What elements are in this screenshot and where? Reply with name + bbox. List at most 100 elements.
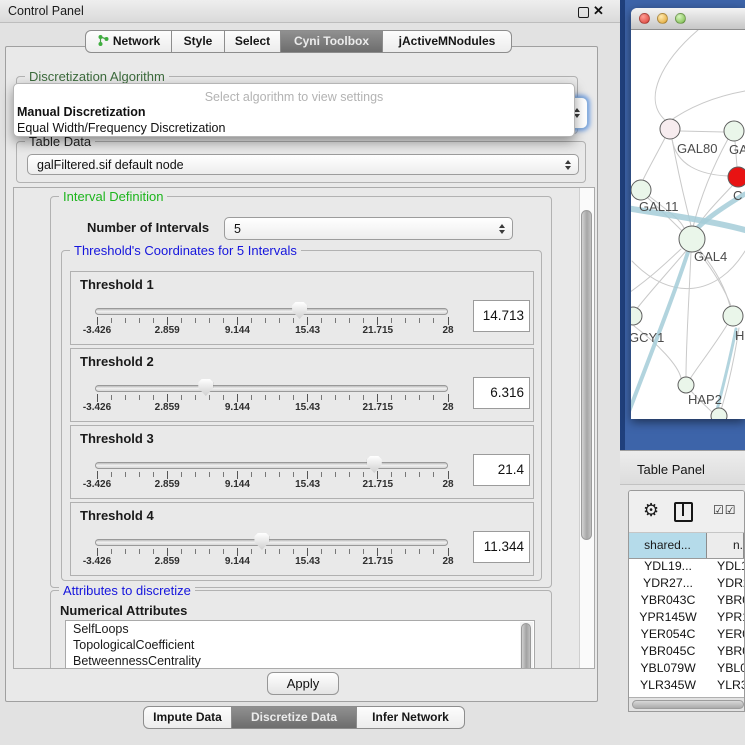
numerical-attributes-list[interactable]: SelfLoopsTopologicalCoefficientBetweenne… — [65, 620, 535, 669]
table-row[interactable]: YDR27...YDR27... — [629, 576, 744, 593]
network-view-window: GAL80GACGAL11GAL4GCY1HHAP2 — [631, 8, 745, 419]
tab-infer-network[interactable]: Infer Network — [357, 706, 465, 729]
table-row[interactable]: YPR145WYPR145W — [629, 610, 744, 627]
attribute-item-topologicalcoefficient[interactable]: TopologicalCoefficient — [66, 637, 534, 653]
tab-network[interactable]: Network — [85, 30, 172, 53]
network-node-gal80[interactable] — [660, 119, 680, 139]
network-node-gcy1[interactable] — [631, 307, 642, 325]
tab-cyni-toolbox[interactable]: Cyni Toolbox — [281, 30, 383, 53]
table-row[interactable]: YER054CYER054C — [629, 627, 744, 644]
node-label: GAL4 — [694, 249, 727, 264]
algorithm-option-equal-width-frequency-discretization[interactable]: Equal Width/Frequency Discretization — [17, 121, 225, 135]
tab-style[interactable]: Style — [172, 30, 225, 53]
network-node-ga[interactable] — [724, 121, 744, 141]
tab-label: Select — [235, 34, 270, 48]
cell-shared-name[interactable]: YPR145W — [629, 610, 707, 627]
close-traffic-light-icon[interactable] — [639, 13, 650, 24]
threshold-label: Threshold 2 — [80, 354, 154, 369]
cell-name[interactable]: YER054C — [707, 627, 744, 644]
tab-jactivemnodules[interactable]: jActiveMNodules — [383, 30, 512, 53]
cell-name[interactable]: YDL19... — [707, 559, 744, 576]
threshold-value-field[interactable]: 14.713 — [473, 300, 530, 332]
column-header-2[interactable]: n... — [707, 533, 744, 558]
slider-track[interactable] — [95, 308, 448, 315]
threshold-panel-2: Threshold 2-3.4262.8599.14415.4321.71528… — [70, 348, 534, 422]
network-edge[interactable] — [643, 138, 665, 180]
cell-shared-name[interactable]: YBL079W — [629, 661, 707, 678]
gear-icon[interactable]: ⚙ — [643, 500, 659, 521]
cell-name[interactable]: YDR27... — [707, 576, 744, 593]
cell-name[interactable]: YBL079W — [707, 661, 744, 678]
algorithm-placeholder-item: Select algorithm to view settings — [14, 90, 574, 104]
tick-mark — [321, 472, 322, 477]
tick-mark — [181, 318, 182, 323]
tick-mark — [321, 395, 322, 400]
table-row[interactable]: YLR345WYLR345W — [629, 678, 744, 695]
tab-impute-data[interactable]: Impute Data — [143, 706, 232, 729]
tick-mark — [279, 318, 280, 323]
network-node-gal11[interactable] — [631, 180, 651, 200]
table-data-combobox[interactable]: galFiltered.sif default node — [27, 154, 579, 175]
network-edge[interactable] — [655, 30, 698, 120]
tick-mark — [153, 549, 154, 554]
attributes-scrollbar[interactable] — [520, 622, 533, 669]
scrollbar-thumb[interactable] — [581, 210, 592, 540]
cell-shared-name[interactable]: YBR043C — [629, 593, 707, 610]
threshold-value-field[interactable]: 6.316 — [473, 377, 530, 409]
table-row[interactable]: YDL19...YDL19... — [629, 559, 744, 576]
number-of-intervals-combobox[interactable]: 5 — [224, 217, 513, 240]
cell-shared-name[interactable]: YLR345W — [629, 678, 707, 695]
network-window-titlebar[interactable] — [631, 8, 745, 30]
cell-shared-name[interactable]: YBR045C — [629, 644, 707, 661]
table-row[interactable]: YBR045CYBR045C — [629, 644, 744, 661]
tick-label: 2.859 — [155, 479, 180, 490]
tick-mark — [223, 395, 224, 400]
network-node-hap2[interactable] — [678, 377, 694, 393]
minimize-traffic-light-icon[interactable] — [657, 13, 668, 24]
cell-name[interactable]: YPR145W — [707, 610, 744, 627]
tick-mark — [209, 395, 210, 400]
cell-shared-name[interactable]: YER054C — [629, 627, 707, 644]
tab-discretize-data[interactable]: Discretize Data — [232, 706, 357, 729]
apply-button[interactable]: Apply — [267, 672, 339, 695]
network-edge[interactable] — [686, 252, 691, 377]
cell-shared-name[interactable]: YDL19... — [629, 559, 707, 576]
cell-shared-name[interactable]: YDR27... — [629, 576, 707, 593]
threshold-value-field[interactable]: 11.344 — [473, 531, 530, 563]
attribute-item-betweennesscentrality[interactable]: BetweennessCentrality — [66, 653, 534, 669]
scrollbar-thumb[interactable] — [632, 700, 744, 709]
columns-icon[interactable] — [674, 502, 693, 522]
threshold-value-field[interactable]: 21.4 — [473, 454, 530, 486]
algorithm-option-manual-discretization[interactable]: Manual Discretization — [17, 105, 146, 119]
zoom-traffic-light-icon[interactable] — [675, 13, 686, 24]
network-node-c[interactable] — [728, 167, 745, 187]
network-graph[interactable]: GAL80GACGAL11GAL4GCY1HHAP2 — [631, 30, 745, 419]
attribute-item-selfloops[interactable]: SelfLoops — [66, 621, 534, 637]
close-icon[interactable]: ✕ — [593, 3, 604, 19]
slider-track[interactable] — [95, 539, 448, 546]
network-edge[interactable] — [690, 325, 727, 379]
select-columns-checkboxes-icon[interactable]: ☑☑ — [713, 503, 737, 517]
network-node-h[interactable] — [723, 306, 743, 326]
network-edge[interactable] — [667, 91, 745, 123]
settings-vertical-scrollbar[interactable] — [579, 188, 594, 668]
table-row[interactable]: YBR043CYBR043C — [629, 593, 744, 610]
network-edge[interactable] — [680, 131, 724, 132]
combo-stepper-icon — [499, 224, 505, 234]
slider-track[interactable] — [95, 462, 448, 469]
tick-mark — [125, 395, 126, 400]
network-canvas[interactable]: GAL80GACGAL11GAL4GCY1HHAP2 — [631, 30, 745, 419]
table-horizontal-scrollbar[interactable] — [629, 697, 744, 711]
cell-name[interactable]: YBR045C — [707, 644, 744, 661]
cell-name[interactable]: YLR345W — [707, 678, 744, 695]
cell-name[interactable]: YBR043C — [707, 593, 744, 610]
tab-select[interactable]: Select — [225, 30, 281, 53]
tick-mark — [251, 549, 252, 554]
network-node[interactable] — [711, 408, 727, 419]
slider-track[interactable] — [95, 385, 448, 392]
node-table: ⚙ ☑☑ shared...n... YDL19...YDL19...YDR27… — [628, 490, 745, 712]
table-row[interactable]: YBL079WYBL079W — [629, 661, 744, 678]
float-window-icon[interactable] — [578, 7, 589, 18]
scrollbar-thumb[interactable] — [521, 623, 531, 669]
column-header-1[interactable]: shared... — [629, 533, 707, 558]
